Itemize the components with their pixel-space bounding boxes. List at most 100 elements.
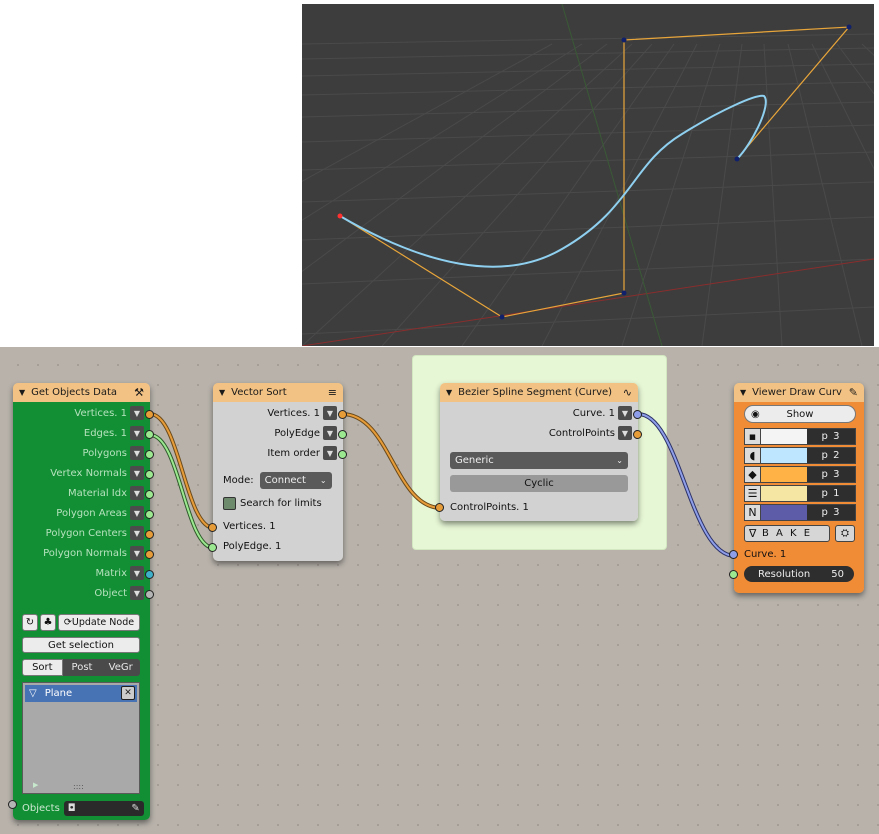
collapse-chevron-icon[interactable]: ▼ bbox=[740, 388, 746, 397]
chevron-down-icon[interactable]: ▼ bbox=[130, 546, 144, 560]
mode-select[interactable]: Connect ⌄ bbox=[259, 472, 332, 489]
collapse-chevron-icon[interactable]: ▼ bbox=[19, 388, 25, 397]
socket-edges[interactable] bbox=[145, 430, 154, 439]
list-resize-grip[interactable]: :::: bbox=[73, 782, 84, 791]
mode-icon[interactable]: ♣ bbox=[40, 614, 56, 631]
output-curve[interactable]: Curve. 1 ▼ bbox=[573, 405, 632, 421]
control-point[interactable] bbox=[734, 156, 740, 162]
chevron-down-icon[interactable]: ▼ bbox=[618, 406, 632, 420]
socket-item-order-out[interactable] bbox=[338, 450, 347, 459]
socket-polygons[interactable] bbox=[145, 450, 154, 459]
settings-icon[interactable]: ⛭ bbox=[835, 525, 855, 542]
output-vertices[interactable]: Vertices. 1 ▼ bbox=[74, 405, 144, 421]
color-swatch[interactable] bbox=[761, 486, 807, 501]
chevron-down-icon[interactable]: ▼ bbox=[323, 406, 337, 420]
node-header[interactable]: ▼ Get Objects Data ⚒ bbox=[13, 383, 150, 402]
node-header[interactable]: ▼ Vector Sort ≡ bbox=[213, 383, 343, 402]
vector-sort-node[interactable]: ▼ Vector Sort ≡ Vertices. 1 ▼ PolyEdge ▼ I… bbox=[208, 383, 347, 561]
link-icon[interactable]: ↻ bbox=[22, 614, 38, 631]
start-point[interactable] bbox=[337, 213, 343, 219]
control-point[interactable] bbox=[846, 24, 852, 30]
3d-viewport[interactable] bbox=[302, 4, 874, 346]
chevron-down-icon[interactable]: ▼ bbox=[130, 486, 144, 500]
output-polygons[interactable]: Polygons ▼ bbox=[82, 445, 144, 461]
list-item[interactable]: ▽ Plane ✕ bbox=[25, 685, 137, 702]
size-value[interactable]: p 1 bbox=[807, 486, 855, 501]
socket-resolution-in[interactable] bbox=[729, 570, 738, 579]
chevron-down-icon[interactable]: ▼ bbox=[130, 466, 144, 480]
control-point[interactable] bbox=[499, 314, 505, 320]
show-toggle[interactable]: ◉ Show bbox=[744, 405, 856, 423]
socket-polyedge-in[interactable] bbox=[208, 543, 217, 552]
chevron-down-icon[interactable]: ▼ bbox=[130, 446, 144, 460]
chevron-down-icon[interactable]: ▼ bbox=[323, 426, 337, 440]
socket-vertices-in[interactable] bbox=[208, 523, 217, 532]
chevron-down-icon[interactable]: ▼ bbox=[130, 506, 144, 520]
objects-field[interactable]: ◘ ✎ bbox=[63, 800, 144, 816]
output-object[interactable]: Object ▼ bbox=[94, 585, 144, 601]
output-vertex-normals[interactable]: Vertex Normals ▼ bbox=[50, 465, 144, 481]
socket-vertices[interactable] bbox=[145, 410, 154, 419]
chevron-down-icon[interactable]: ▼ bbox=[323, 446, 337, 460]
output-material-idx[interactable]: Material Idx ▼ bbox=[68, 485, 144, 501]
cyclic-toggle[interactable]: Cyclic bbox=[450, 475, 628, 492]
node-header[interactable]: ▼ Bezier Spline Segment (Curve) ∿ bbox=[440, 383, 638, 402]
socket-polygon-centers[interactable] bbox=[145, 530, 154, 539]
color-swatch[interactable] bbox=[761, 505, 807, 520]
socket-controlpoints-in[interactable] bbox=[435, 503, 444, 512]
eyedropper-icon[interactable]: ✎ bbox=[131, 803, 139, 814]
color-swatch[interactable] bbox=[761, 467, 807, 482]
size-value[interactable]: p 2 bbox=[807, 448, 855, 463]
update-node-button[interactable]: ⟳ Update Node bbox=[58, 614, 140, 631]
socket-vertices-out[interactable] bbox=[338, 410, 347, 419]
lines-color-row[interactable]: ☰ p 1 bbox=[744, 485, 856, 502]
socket-controlpoints-out[interactable] bbox=[633, 430, 642, 439]
vertex-color-row[interactable]: ▪ p 3 bbox=[744, 428, 856, 445]
bezier-spline-node[interactable]: ▼ Bezier Spline Segment (Curve) ∿ Curve.… bbox=[435, 383, 642, 521]
socket-vertex-normals[interactable] bbox=[145, 470, 154, 479]
bake-button[interactable]: ∇ B A K E bbox=[744, 525, 830, 542]
control-point[interactable] bbox=[621, 290, 627, 296]
chevron-down-icon[interactable]: ▼ bbox=[130, 406, 144, 420]
chevron-down-icon[interactable]: ▼ bbox=[618, 426, 632, 440]
socket-objects-input[interactable] bbox=[8, 800, 17, 809]
output-polygon-centers[interactable]: Polygon Centers ▼ bbox=[46, 525, 144, 541]
resolution-field[interactable]: Resolution 50 bbox=[744, 566, 854, 582]
socket-matrix[interactable] bbox=[145, 570, 154, 579]
output-edges[interactable]: Edges. 1 ▼ bbox=[84, 425, 144, 441]
get-selection-button[interactable]: Get selection bbox=[22, 637, 140, 653]
chevron-down-icon[interactable]: ▼ bbox=[130, 426, 144, 440]
curve-color-row[interactable]: ◖ p 2 bbox=[744, 447, 856, 464]
output-controlpoints[interactable]: ControlPoints ▼ bbox=[549, 425, 632, 441]
socket-polygon-areas[interactable] bbox=[145, 510, 154, 519]
chevron-down-icon[interactable]: ▼ bbox=[130, 526, 144, 540]
chevron-down-icon[interactable]: ▼ bbox=[130, 566, 144, 580]
output-vertices[interactable]: Vertices. 1 ▼ bbox=[267, 405, 337, 421]
tab-post[interactable]: Post bbox=[62, 659, 102, 676]
socket-material-idx[interactable] bbox=[145, 490, 154, 499]
color-swatch[interactable] bbox=[761, 429, 807, 444]
size-value[interactable]: p 3 bbox=[807, 429, 855, 444]
object-list[interactable]: ▽ Plane ✕ ▶ :::: bbox=[22, 682, 140, 794]
chevron-down-icon[interactable]: ▼ bbox=[130, 586, 144, 600]
search-limits-checkbox[interactable] bbox=[223, 496, 236, 510]
output-polygon-areas[interactable]: Polygon Areas ▼ bbox=[56, 505, 144, 521]
control-point[interactable] bbox=[621, 37, 627, 43]
output-matrix[interactable]: Matrix ▼ bbox=[96, 565, 144, 581]
socket-curve-out[interactable] bbox=[633, 410, 642, 419]
normal-color-row[interactable]: N p 3 bbox=[744, 504, 856, 521]
size-value[interactable]: p 3 bbox=[807, 505, 855, 520]
close-icon[interactable]: ✕ bbox=[121, 686, 135, 700]
node-editor[interactable]: ▼ Get Objects Data ⚒ Vertices. 1 ▼ Edges.… bbox=[0, 347, 879, 834]
viewer-draw-curve-node[interactable]: ▼ Viewer Draw Curv ✎ ◉ Show ▪ p 3 ◖ p 2 … bbox=[729, 383, 864, 593]
socket-polygon-normals[interactable] bbox=[145, 550, 154, 559]
node-header[interactable]: ▼ Viewer Draw Curv ✎ bbox=[734, 383, 864, 402]
tab-vegr[interactable]: VeGr bbox=[101, 659, 141, 676]
socket-curve-in[interactable] bbox=[729, 550, 738, 559]
socket-object[interactable] bbox=[145, 590, 154, 599]
color-swatch[interactable] bbox=[761, 448, 807, 463]
output-item-order[interactable]: Item order ▼ bbox=[267, 445, 337, 461]
get-objects-data-node[interactable]: ▼ Get Objects Data ⚒ Vertices. 1 ▼ Edges.… bbox=[8, 383, 154, 820]
collapse-chevron-icon[interactable]: ▼ bbox=[446, 388, 452, 397]
socket-polyedge-out[interactable] bbox=[338, 430, 347, 439]
